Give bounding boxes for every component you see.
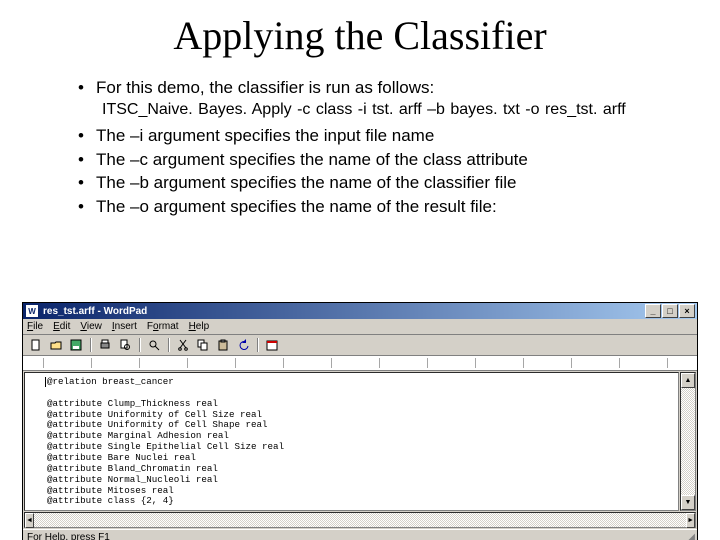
menu-view[interactable]: View — [80, 321, 102, 332]
bullet-arg-i: The –i argument specifies the input file… — [78, 125, 690, 147]
toolbar — [23, 335, 697, 356]
slide: Applying the Classifier For this demo, t… — [0, 12, 720, 540]
scroll-up-icon[interactable]: ▲ — [681, 373, 695, 388]
wordpad-window: W res_tst.arff - WordPad _ □ × File Edit… — [22, 302, 698, 540]
close-icon[interactable]: × — [679, 304, 695, 318]
menu-help[interactable]: Help — [189, 321, 210, 332]
scroll-down-icon[interactable]: ▼ — [681, 495, 695, 510]
horizontal-scrollbar[interactable]: ◄ ► — [24, 512, 696, 528]
bullet-arg-b: The –b argument specifies the name of th… — [78, 172, 690, 194]
bullet-arg-o: The –o argument specifies the name of th… — [78, 196, 690, 218]
print-icon[interactable] — [96, 336, 114, 354]
menu-bar: File Edit View Insert Format Help — [23, 319, 697, 335]
scroll-left-icon[interactable]: ◄ — [25, 513, 34, 528]
menu-file[interactable]: File — [27, 321, 43, 332]
print-preview-icon[interactable] — [116, 336, 134, 354]
save-icon[interactable] — [67, 336, 85, 354]
window-titlebar[interactable]: W res_tst.arff - WordPad _ □ × — [23, 303, 697, 319]
menu-format[interactable]: Format — [147, 321, 179, 332]
copy-icon[interactable] — [194, 336, 212, 354]
maximize-icon[interactable]: □ — [662, 304, 678, 318]
find-icon[interactable] — [145, 336, 163, 354]
undo-icon[interactable] — [234, 336, 252, 354]
text-editor[interactable]: @relation breast_cancer @attribute Clump… — [24, 372, 679, 511]
bullet-arg-c: The –c argument specifies the name of th… — [78, 149, 690, 171]
window-title: res_tst.arff - WordPad — [43, 306, 645, 317]
status-bar: For Help, press F1 ◢ — [23, 529, 697, 540]
status-text: For Help, press F1 — [27, 532, 110, 540]
menu-insert[interactable]: Insert — [112, 321, 137, 332]
scroll-right-icon[interactable]: ► — [686, 513, 695, 528]
bullet-list: For this demo, the classifier is run as … — [0, 77, 720, 99]
bullet-intro: For this demo, the classifier is run as … — [78, 77, 690, 99]
command-line: ITSC_Naive. Bayes. Apply -c class -i tst… — [102, 101, 700, 119]
app-icon: W — [25, 304, 39, 318]
menu-edit[interactable]: Edit — [53, 321, 70, 332]
paste-icon[interactable] — [214, 336, 232, 354]
resize-grip-icon[interactable]: ◢ — [687, 532, 693, 540]
text-caret — [45, 377, 46, 387]
ruler[interactable] — [23, 356, 697, 371]
datetime-icon[interactable] — [263, 336, 281, 354]
vertical-scrollbar[interactable]: ▲ ▼ — [680, 372, 696, 511]
open-file-icon[interactable] — [47, 336, 65, 354]
cut-icon[interactable] — [174, 336, 192, 354]
bullet-list-args: The –i argument specifies the input file… — [0, 125, 720, 218]
slide-title: Applying the Classifier — [0, 12, 720, 59]
minimize-icon[interactable]: _ — [645, 304, 661, 318]
new-file-icon[interactable] — [27, 336, 45, 354]
